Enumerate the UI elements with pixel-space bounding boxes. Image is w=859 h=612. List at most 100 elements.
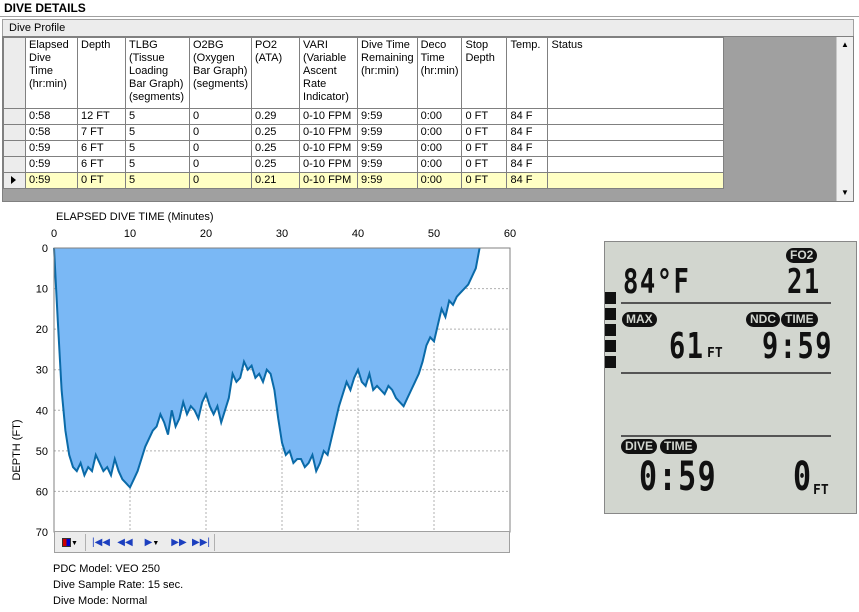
table-cell[interactable]: 5 xyxy=(125,108,190,125)
last-button[interactable]: ▶▶| xyxy=(191,535,211,550)
table-cell[interactable]: 0.21 xyxy=(251,172,301,189)
table-cell[interactable]: 7 FT xyxy=(77,124,126,141)
table-cell[interactable]: 0:00 xyxy=(416,140,463,157)
skip-last-icon: ▶▶| xyxy=(192,537,210,548)
table-cell[interactable]: 0-10 FPM xyxy=(299,124,359,141)
table-cell[interactable]: 0:00 xyxy=(416,172,463,189)
column-header[interactable]: Temp. xyxy=(506,37,549,109)
table-cell[interactable]: 0 xyxy=(188,156,253,173)
column-header[interactable]: O2BG (Oxygen Bar Graph) (segments) xyxy=(188,37,253,109)
table-cell[interactable]: 9:59 xyxy=(357,156,418,173)
table-cell[interactable]: 0 FT xyxy=(461,172,508,189)
table-row[interactable]: 0:58 7 FT 5 0 0.25 0-10 FPM 9:59 0:00 0 FT 84 F xyxy=(3,124,725,141)
row-selector[interactable] xyxy=(3,140,26,157)
table-cell[interactable]: 0 FT xyxy=(461,140,508,157)
column-header[interactable]: Deco Time (hr:min) xyxy=(416,37,463,109)
table-cell[interactable]: 5 xyxy=(125,140,190,157)
table-cell[interactable]: 0:58 xyxy=(25,124,78,141)
table-cell[interactable]: 0.25 xyxy=(251,156,301,173)
table-cell[interactable]: 5 xyxy=(125,156,190,173)
table-cell[interactable]: 6 FT xyxy=(77,156,126,173)
column-header[interactable]: VARI (Variable Ascent Rate Indicator) xyxy=(299,37,359,109)
table-cell[interactable] xyxy=(547,172,725,189)
table-cell[interactable]: 0-10 FPM xyxy=(299,108,359,125)
table-cell[interactable]: 0 xyxy=(188,140,253,157)
column-header[interactable]: Stop Depth xyxy=(461,37,508,109)
next-button[interactable]: ▶▶ xyxy=(169,535,189,550)
dive-profile-group-title: Dive Profile xyxy=(2,19,854,36)
previous-button[interactable]: ◀◀ xyxy=(115,535,135,550)
playback-toolbar: ▼ |◀◀ ◀◀ ▶▼ ▶▶ ▶▶| xyxy=(54,531,510,553)
table-row[interactable]: 0:58 12 FT 5 0 0.29 0-10 FPM 9:59 0:00 0 FT 84 F xyxy=(3,108,725,125)
lcd-divider xyxy=(621,435,831,437)
table-cell[interactable]: 0:00 xyxy=(416,108,463,125)
skip-first-icon: |◀◀ xyxy=(92,537,110,548)
table-cell[interactable]: 0 xyxy=(188,172,253,189)
table-cell[interactable] xyxy=(547,108,725,125)
table-cell[interactable]: 0-10 FPM xyxy=(299,156,359,173)
table-cell[interactable]: 0 xyxy=(188,108,253,125)
table-cell[interactable]: 84 F xyxy=(506,172,549,189)
row-selector[interactable] xyxy=(3,124,26,141)
table-row[interactable]: 0:59 0 FT 5 0 0.21 0-10 FPM 9:59 0:00 0 FT 84 F xyxy=(3,172,725,189)
max-tag: MAX xyxy=(622,312,657,327)
scroll-up-button[interactable]: ▲ xyxy=(837,37,853,53)
first-button[interactable]: |◀◀ xyxy=(91,535,111,550)
play-button[interactable]: ▶▼ xyxy=(141,535,163,550)
column-header[interactable]: TLBG (Tissue Loading Bar Graph) (segment… xyxy=(125,37,190,109)
table-cell[interactable]: 0:00 xyxy=(416,156,463,173)
column-header[interactable]: PO2 (ATA) xyxy=(251,37,301,109)
table-row[interactable]: 0:59 6 FT 5 0 0.25 0-10 FPM 9:59 0:00 0 FT 84 F xyxy=(3,156,725,173)
column-header[interactable]: Elapsed Dive Time (hr:min) xyxy=(25,37,78,109)
table-cell[interactable]: 0 xyxy=(188,124,253,141)
table-cell[interactable]: 12 FT xyxy=(77,108,126,125)
row-selector[interactable] xyxy=(3,156,26,173)
table-cell[interactable] xyxy=(547,140,725,157)
scroll-down-button[interactable]: ▼ xyxy=(837,185,853,201)
table-cell[interactable]: 0:59 xyxy=(25,156,78,173)
table-cell[interactable]: 0 FT xyxy=(461,124,508,141)
column-header[interactable]: Dive Time Remaining (hr:min) xyxy=(357,37,418,109)
table-cell[interactable]: 9:59 xyxy=(357,140,418,157)
x-tick-label: 10 xyxy=(124,228,136,240)
dive-profile-grid[interactable]: Elapsed Dive Time (hr:min) Depth TLBG (Tis… xyxy=(2,36,854,202)
table-cell[interactable]: 0 FT xyxy=(77,172,126,189)
dropdown-caret-icon: ▼ xyxy=(152,540,160,547)
table-cell[interactable]: 6 FT xyxy=(77,140,126,157)
x-tick-label: 60 xyxy=(504,228,516,240)
grid-header-row: Elapsed Dive Time (hr:min) Depth TLBG (Tis… xyxy=(3,37,725,109)
table-row[interactable]: 0:59 6 FT 5 0 0.25 0-10 FPM 9:59 0:00 0 FT 84 F xyxy=(3,140,725,157)
rewind-icon: ◀◀ xyxy=(117,537,133,548)
table-cell[interactable]: 84 F xyxy=(506,156,549,173)
table-cell[interactable]: 84 F xyxy=(506,140,549,157)
table-cell[interactable]: 84 F xyxy=(506,124,549,141)
color-picker-button[interactable]: ▼ xyxy=(59,535,81,550)
table-cell[interactable]: 0:58 xyxy=(25,108,78,125)
column-header[interactable]: Status xyxy=(547,37,725,109)
table-cell[interactable]: 0.25 xyxy=(251,124,301,141)
column-header[interactable]: Depth xyxy=(77,37,126,109)
table-cell[interactable]: 0:59 xyxy=(25,140,78,157)
table-cell[interactable]: 0-10 FPM xyxy=(299,140,359,157)
table-cell[interactable]: 9:59 xyxy=(357,172,418,189)
tissue-bar-segment xyxy=(605,292,616,304)
table-cell[interactable] xyxy=(547,156,725,173)
table-cell[interactable]: 9:59 xyxy=(357,108,418,125)
table-cell[interactable]: 5 xyxy=(125,124,190,141)
table-cell[interactable]: 0.25 xyxy=(251,140,301,157)
row-selector[interactable] xyxy=(3,172,26,189)
table-cell[interactable]: 0-10 FPM xyxy=(299,172,359,189)
y-axis-label: DEPTH (FT) xyxy=(11,419,23,480)
table-cell[interactable]: 0.29 xyxy=(251,108,301,125)
table-cell[interactable]: 0 FT xyxy=(461,108,508,125)
table-cell[interactable]: 0 FT xyxy=(461,156,508,173)
table-cell[interactable]: 0:59 xyxy=(25,172,78,189)
grid-vertical-scrollbar[interactable]: ▲ ▼ xyxy=(836,37,853,201)
table-cell[interactable]: 84 F xyxy=(506,108,549,125)
table-cell[interactable]: 5 xyxy=(125,172,190,189)
dive-tag: DIVE xyxy=(621,439,658,454)
table-cell[interactable] xyxy=(547,124,725,141)
table-cell[interactable]: 0:00 xyxy=(416,124,463,141)
row-selector[interactable] xyxy=(3,108,26,125)
table-cell[interactable]: 9:59 xyxy=(357,124,418,141)
